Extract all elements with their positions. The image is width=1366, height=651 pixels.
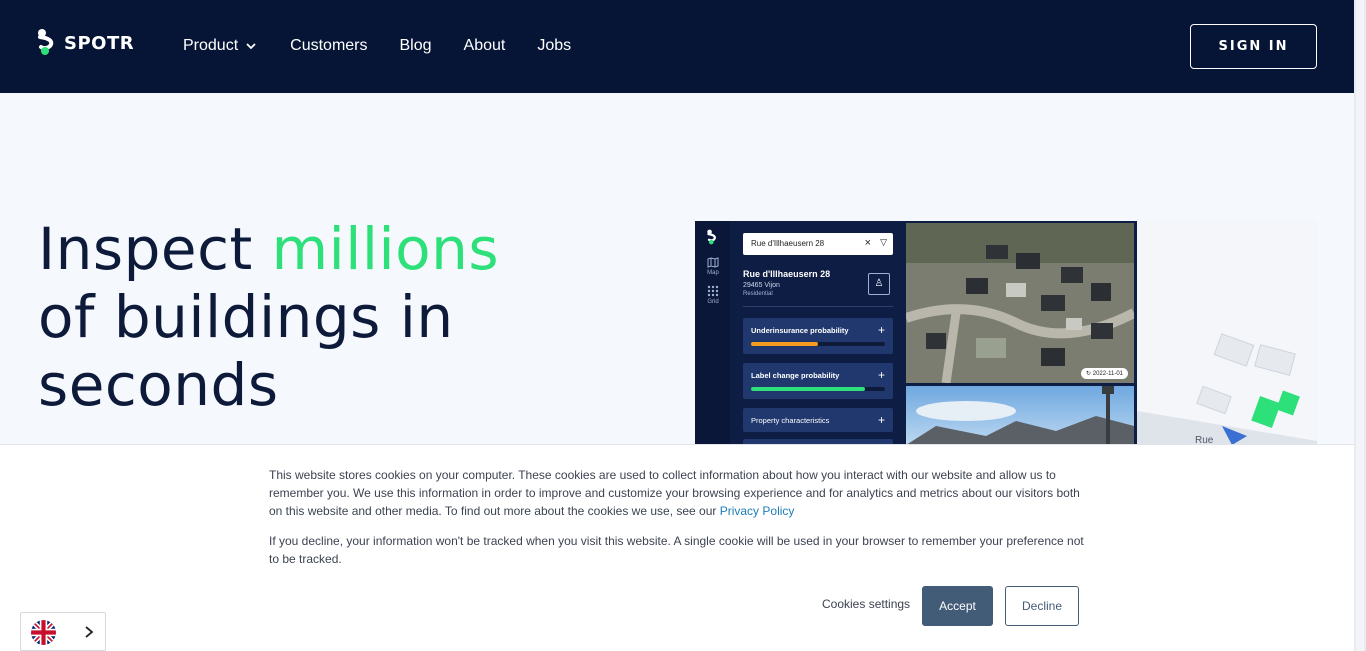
- nav-item-jobs[interactable]: Jobs: [537, 37, 571, 55]
- plus-icon: +: [877, 368, 885, 382]
- product-screenshot: Map Grid Rue d'Illhaeusern 28 × ▽ Rue d'…: [695, 221, 1317, 445]
- progress-fill: [751, 387, 865, 391]
- nav-item-label: Blog: [399, 37, 432, 54]
- spotr-logo-icon: [38, 29, 54, 55]
- spotr-logo[interactable]: SPOTR: [36, 28, 134, 56]
- nav-item-label: Customers: [290, 37, 368, 54]
- street-view-icon: ♙: [868, 273, 890, 295]
- address-block: Rue d'Illhaeusern 28 29465 Vijon Residen…: [743, 269, 830, 297]
- street-view-image: [906, 386, 1134, 445]
- cookie-paragraph-1-text: This website stores cookies on your comp…: [269, 468, 1080, 518]
- nav-item-product[interactable]: Product: [183, 37, 258, 55]
- underinsurance-card: Underinsurance probability +: [743, 318, 893, 354]
- spotr-logo-icon: [707, 229, 716, 245]
- map-drawing: Rue: [1137, 333, 1317, 445]
- map-preview: Rue: [1137, 221, 1317, 445]
- hero-title-part3: seconds: [38, 351, 279, 419]
- grid-rail-item: Grid: [705, 285, 721, 305]
- rail-label-grid: Grid: [707, 299, 719, 305]
- plus-icon: +: [877, 323, 885, 337]
- nav-item-label: About: [463, 37, 506, 54]
- property-characteristics-card: Property characteristics +: [743, 408, 893, 432]
- accept-cookies-button[interactable]: Accept: [922, 586, 993, 626]
- nav-item-label: Product: [183, 37, 239, 54]
- cookie-banner: This website stores cookies on your comp…: [0, 444, 1354, 651]
- progress-fill: [751, 342, 818, 346]
- scrollbar-thumb[interactable]: [1356, 0, 1364, 651]
- app-window: Map Grid Rue d'Illhaeusern 28 × ▽ Rue d'…: [695, 221, 1137, 445]
- cookie-text: This website stores cookies on your comp…: [269, 466, 1084, 580]
- nav-item-blog[interactable]: Blog: [400, 37, 432, 55]
- hero-title-accent: millions: [271, 215, 500, 283]
- grid-icon: [707, 285, 719, 297]
- address-line2: 29465 Vijon: [743, 282, 780, 289]
- aerial-photo: [906, 223, 1134, 383]
- chevron-down-icon: [246, 43, 256, 50]
- card-label: Property characteristics: [751, 416, 830, 425]
- language-switcher[interactable]: [20, 612, 106, 651]
- app-search-value: Rue d'Illhaeusern 28: [751, 239, 825, 248]
- card-label: Label change probability: [751, 371, 840, 380]
- close-icon: ×: [864, 237, 871, 249]
- app-search-input: Rue d'Illhaeusern 28 × ▽: [743, 233, 893, 255]
- rail-label-map: Map: [707, 270, 719, 276]
- image-date-badge: ↻ 2022-11-01: [1081, 368, 1128, 379]
- uk-flag-icon: [31, 620, 56, 645]
- label-change-card: Label change probability +: [743, 363, 893, 399]
- hero-title: Inspect millions of buildings in seconds: [38, 215, 499, 419]
- chevron-right-icon: [85, 626, 94, 638]
- history-icon: ↻: [1086, 371, 1092, 377]
- hero-title-part2: of buildings in: [38, 283, 454, 351]
- map-icon: [707, 257, 719, 268]
- card-label: Underinsurance probability: [751, 326, 849, 335]
- street-photo: [906, 386, 1134, 445]
- app-detail-panel: Rue d'Illhaeusern 28 × ▽ Rue d'Illhaeuse…: [735, 221, 900, 445]
- label-change-progress: [751, 387, 885, 391]
- page-scrollbar[interactable]: [1354, 0, 1366, 651]
- privacy-policy-link[interactable]: Privacy Policy: [720, 504, 795, 518]
- main-nav: Product Customers Blog About Jobs: [183, 37, 603, 55]
- app-sidebar-rail: Map Grid: [695, 221, 730, 445]
- plus-icon: +: [877, 413, 885, 427]
- image-date: 2022-11-01: [1092, 371, 1123, 377]
- address-line1: Rue d'Illhaeusern 28: [743, 269, 831, 279]
- aerial-image: ↻ 2022-11-01: [906, 223, 1134, 383]
- hero-title-part1: Inspect: [38, 215, 272, 283]
- site-header: SPOTR Product Customers Blog About Jobs …: [0, 0, 1354, 93]
- nav-item-label: Jobs: [537, 37, 572, 54]
- nav-item-customers[interactable]: Customers: [290, 37, 367, 55]
- decline-cookies-button[interactable]: Decline: [1005, 586, 1079, 626]
- address-type: Residential: [743, 291, 773, 297]
- underinsurance-progress: [751, 342, 885, 346]
- brand-name: SPOTR: [64, 32, 135, 54]
- cookie-paragraph-1: This website stores cookies on your comp…: [269, 466, 1084, 520]
- filter-icon: ▽: [880, 237, 887, 247]
- sign-in-button[interactable]: SIGN IN: [1190, 24, 1317, 69]
- nav-item-about[interactable]: About: [464, 37, 506, 55]
- cookies-settings-link[interactable]: Cookies settings: [822, 597, 910, 611]
- map-rail-item: Map: [705, 257, 721, 276]
- cookie-paragraph-2: If you decline, your information won't b…: [269, 534, 1084, 566]
- divider: [743, 306, 893, 307]
